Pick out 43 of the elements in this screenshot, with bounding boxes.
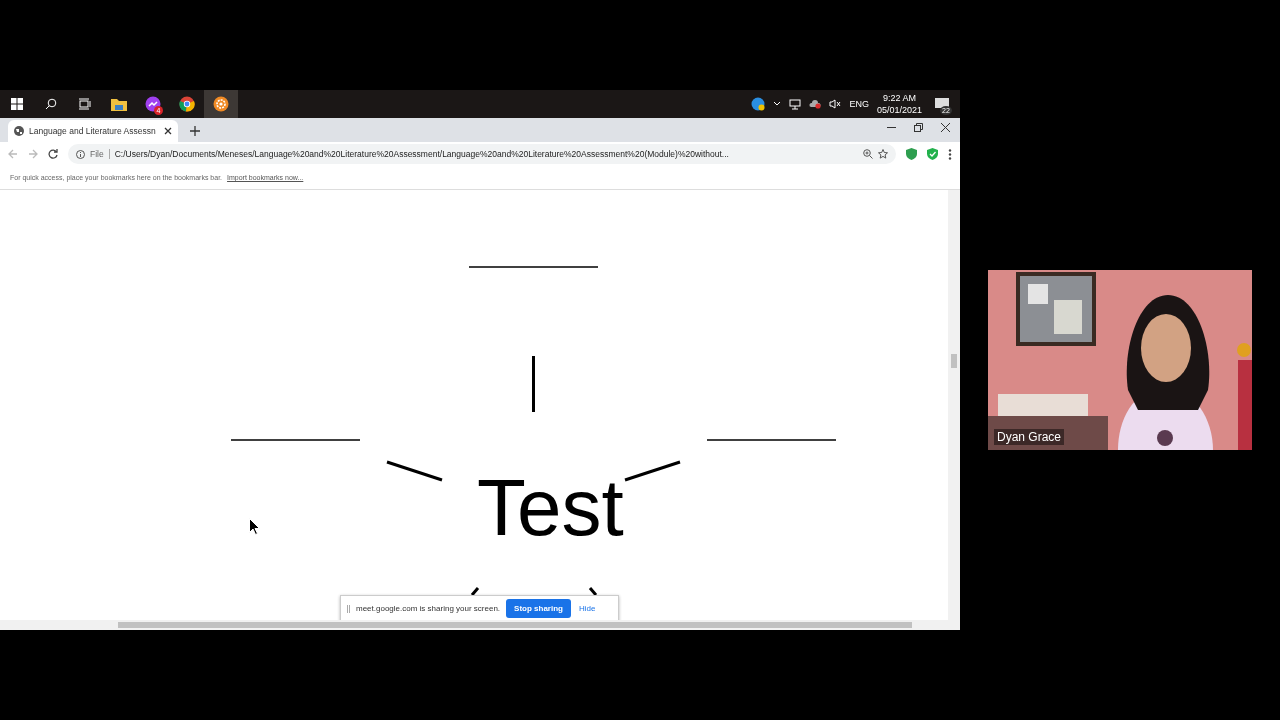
search-icon[interactable] <box>45 98 57 110</box>
task-view-icon[interactable] <box>79 98 91 110</box>
chrome-icon[interactable] <box>179 96 195 112</box>
stop-sharing-button[interactable]: Stop sharing <box>506 599 571 618</box>
spoke-line <box>470 587 480 596</box>
reload-icon[interactable] <box>48 149 58 159</box>
spoke-line <box>624 460 681 482</box>
clock[interactable]: 9:22 AM 05/01/2021 <box>876 92 922 116</box>
address-bar[interactable]: File C:/Users/Dyan/Documents/Meneses/Language%20and%20Literature%20Assessment/Language%20and%20Literature%20Assessment%20(Module)%20without... <box>68 144 896 164</box>
spoke-line <box>386 460 443 482</box>
info-icon <box>76 149 85 159</box>
close-icon[interactable] <box>164 127 172 135</box>
speaker-muted-icon[interactable] <box>829 99 842 109</box>
center-word: Test <box>477 468 624 548</box>
shield-icon[interactable] <box>906 148 917 160</box>
star-icon[interactable] <box>878 149 888 159</box>
windows-start-icon[interactable] <box>11 98 23 110</box>
messenger-icon[interactable] <box>145 96 161 112</box>
zoom-icon[interactable] <box>863 149 873 159</box>
scheme-label: File <box>90 149 110 159</box>
spoke-line <box>588 587 598 596</box>
globe-icon <box>14 126 24 136</box>
gear-icon[interactable] <box>213 96 229 112</box>
participant-name: Dyan Grace <box>994 429 1065 445</box>
cloud-icon[interactable] <box>809 99 822 109</box>
share-message: meet.google.com is sharing your screen. <box>356 604 501 613</box>
new-tab-icon[interactable] <box>190 126 200 136</box>
more-menu-icon[interactable] <box>948 148 952 160</box>
close-icon[interactable] <box>941 122 950 132</box>
url-text: C:/Users/Dyan/Documents/Meneses/Language%20and%20Literature%20Assessment/Language%20and%20Literature%20Assessment%20(Module)%20without... <box>114 149 730 159</box>
drag-handle-icon <box>347 604 350 613</box>
shield-check-icon[interactable] <box>927 148 938 160</box>
vertical-scrollbar[interactable] <box>948 190 960 620</box>
notification-icon[interactable] <box>935 98 949 110</box>
network-icon[interactable] <box>789 98 802 110</box>
spoke-line <box>532 356 535 412</box>
browser-tab[interactable]: Language and Literature Assessn <box>8 120 178 142</box>
hide-button[interactable]: Hide <box>576 604 598 613</box>
mouse-pointer-icon <box>249 518 260 535</box>
folder-icon[interactable] <box>111 97 127 111</box>
horizontal-scrollbar[interactable] <box>0 620 960 630</box>
language-indicator[interactable]: ENG <box>849 99 869 109</box>
restore-icon[interactable] <box>914 122 923 132</box>
